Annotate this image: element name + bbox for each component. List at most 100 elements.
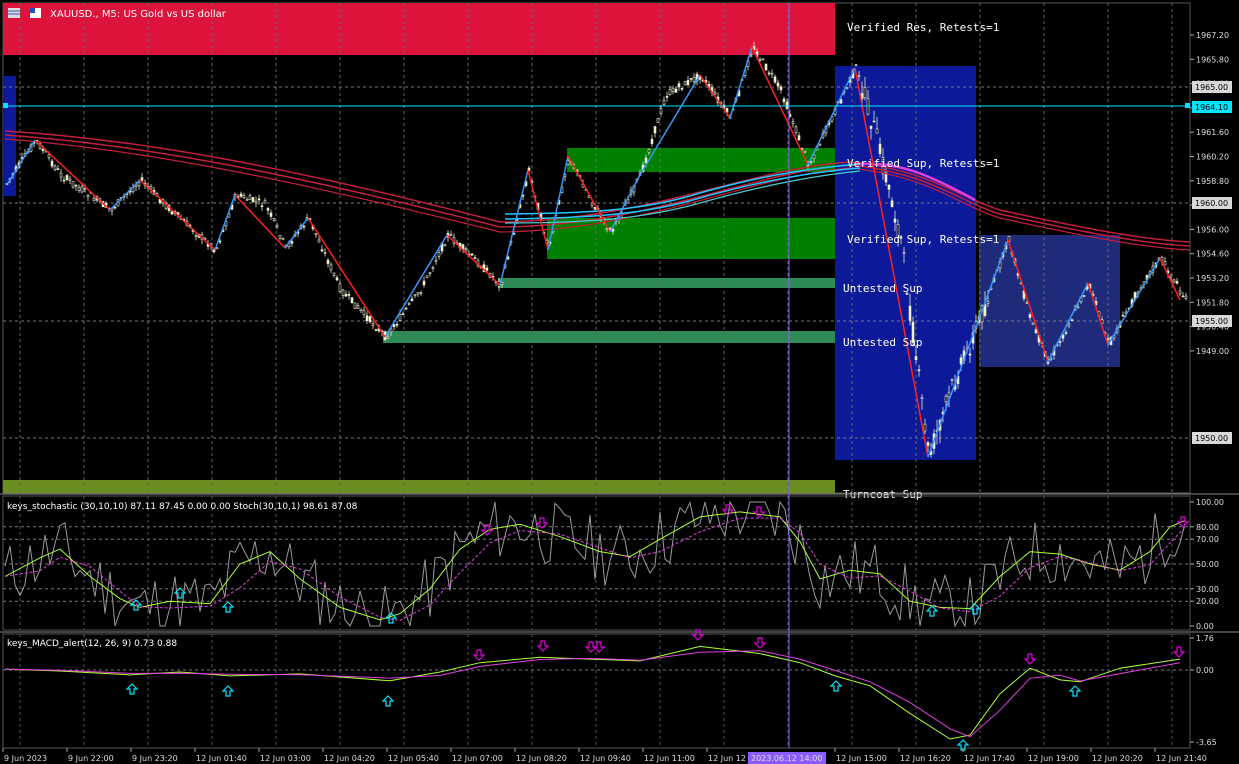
- bull-candle: [395, 323, 399, 326]
- price-tick-label: 1954.60: [1196, 250, 1229, 259]
- macd-tick-label: 0.00: [1196, 666, 1214, 675]
- bear-candle: [713, 91, 717, 95]
- bear-candle: [668, 89, 672, 95]
- bear-candle: [923, 423, 927, 432]
- price-level-label: 1965.00: [1195, 83, 1228, 92]
- bull-candle: [422, 280, 426, 286]
- bear-candle: [359, 308, 363, 311]
- bear-candle: [443, 244, 447, 247]
- macd-title: keys_MACD_alert(12, 26, 9) 0.73 0.88: [7, 639, 177, 649]
- bear-candle: [920, 397, 924, 399]
- time-tick-label: 12 Jun 17:40: [964, 754, 1015, 763]
- bull-candle: [677, 83, 681, 88]
- drop-selection-box[interactable]: [835, 66, 976, 460]
- chart-menu-icon[interactable]: [8, 8, 20, 18]
- bear-candle: [194, 235, 198, 237]
- zone-label-verified-sup-1: Verified Sup, Retests=1: [847, 157, 999, 170]
- bear-candle: [281, 237, 285, 240]
- bear-candle: [803, 150, 807, 153]
- bull-candle: [302, 225, 306, 228]
- bull-candle: [392, 324, 396, 328]
- time-tick-label: 12 Jun 15:00: [836, 754, 887, 763]
- bull-candle: [1064, 332, 1068, 334]
- bull-candle: [140, 177, 144, 181]
- bear-candle: [386, 336, 390, 339]
- bear-candle: [371, 323, 375, 326]
- bull-candle: [1058, 341, 1062, 343]
- bull-candle: [239, 193, 243, 197]
- zone-label-verified-res: Verified Res, Retests=1: [847, 21, 999, 34]
- time-tick-label: 12 Jun 16:20: [900, 754, 951, 763]
- bear-candle: [875, 128, 879, 134]
- bear-candle: [656, 118, 660, 123]
- support-zone-upper[interactable]: [567, 148, 835, 172]
- untested-zone-1[interactable]: [498, 278, 835, 288]
- bear-candle: [671, 87, 675, 92]
- bull-candle: [767, 72, 771, 75]
- bear-candle: [86, 194, 90, 198]
- bull-candle: [1082, 295, 1086, 297]
- bull-candle: [878, 143, 882, 154]
- bear-candle: [53, 165, 57, 170]
- chart-background: [0, 0, 1239, 764]
- bull-candle: [1121, 315, 1125, 317]
- bear-candle: [758, 59, 762, 61]
- bull-candle: [779, 86, 783, 91]
- price-line-handle-left[interactable]: [3, 103, 8, 108]
- price-tick-label: 1953.20: [1196, 274, 1229, 283]
- bear-candle: [857, 75, 861, 77]
- bear-candle: [749, 54, 753, 57]
- bear-candle: [944, 395, 948, 403]
- bear-candle: [854, 64, 858, 66]
- time-tick-label: 12 Jun 09:40: [580, 754, 631, 763]
- bull-candle: [470, 253, 474, 256]
- bull-candle: [908, 305, 912, 321]
- bear-candle: [428, 272, 432, 275]
- bear-candle: [77, 186, 81, 191]
- bear-candle: [590, 202, 594, 206]
- bull-candle: [1175, 281, 1179, 284]
- bear-candle: [425, 275, 429, 278]
- current-price-label: 1964.10: [1195, 103, 1228, 112]
- time-tick-label: 12 Jun 04:20: [324, 754, 375, 763]
- bull-candle: [926, 442, 930, 446]
- bear-candle: [1178, 290, 1182, 295]
- price-tick-label: 1965.80: [1196, 55, 1229, 64]
- chart-window[interactable]: Verified Res, Retests=1 Verified Sup, Re…: [0, 0, 1239, 764]
- bear-candle: [362, 309, 366, 315]
- bear-candle: [1025, 302, 1029, 304]
- bull-candle: [170, 211, 174, 215]
- bear-candle: [59, 172, 63, 178]
- bear-candle: [398, 314, 402, 321]
- bear-candle: [449, 234, 453, 236]
- bear-candle: [950, 379, 954, 381]
- bear-candle: [353, 302, 357, 309]
- bear-candle: [248, 195, 252, 200]
- bear-candle: [431, 266, 435, 269]
- time-tick-label: 12 Jun 01:40: [196, 754, 247, 763]
- bear-candle: [1163, 261, 1167, 266]
- symbol-title: XAUUSD., M5: US Gold vs US dollar: [50, 9, 227, 20]
- bull-candle: [320, 249, 324, 252]
- untested-zone-2[interactable]: [383, 331, 835, 343]
- bear-candle: [92, 198, 96, 202]
- bear-candle: [845, 87, 849, 89]
- price-line-handle-right[interactable]: [1185, 103, 1190, 108]
- bull-candle: [959, 357, 963, 365]
- turncoat-zone[interactable]: [3, 480, 835, 493]
- bull-candle: [653, 126, 657, 134]
- time-tick-label: 12 Jun 05:40: [388, 754, 439, 763]
- bull-candle: [887, 184, 891, 190]
- time-tick-label: 12 Jun 08:20: [516, 754, 567, 763]
- bull-candle: [56, 168, 60, 170]
- bull-candle: [644, 157, 648, 164]
- time-tick-label: 12 Jun 21:40: [1156, 754, 1207, 763]
- range-selection-box[interactable]: [979, 235, 1120, 367]
- bull-candle: [50, 160, 54, 167]
- bear-candle: [356, 305, 360, 309]
- bear-candle: [1067, 323, 1071, 327]
- bull-candle: [1028, 314, 1032, 318]
- bull-candle: [686, 80, 690, 86]
- bear-candle: [659, 108, 663, 114]
- bear-candle: [1031, 322, 1035, 325]
